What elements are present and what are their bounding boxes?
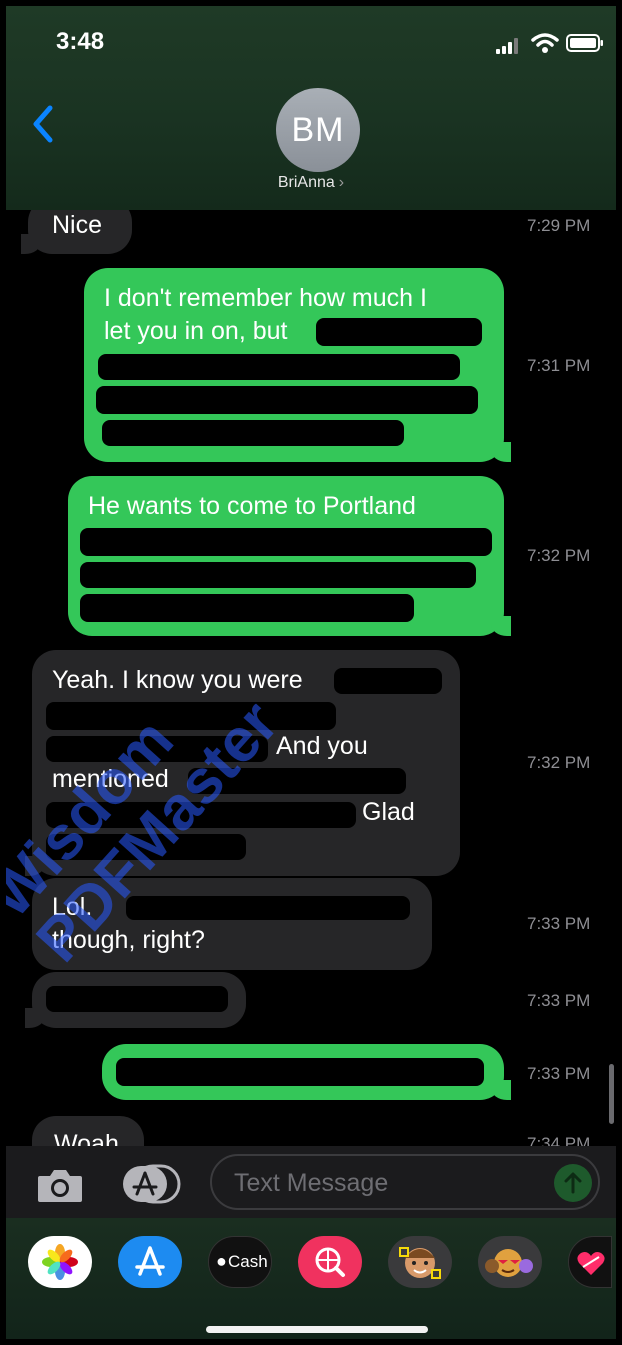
message-text: Woah <box>54 1130 119 1146</box>
message-text: let you in on, but <box>104 317 288 345</box>
memoji-face-icon <box>399 1247 441 1279</box>
message-text: Glad <box>362 798 415 826</box>
message-text: mentioned <box>52 765 169 793</box>
photos-flower-icon <box>42 1244 78 1280</box>
redaction-mark <box>188 768 406 794</box>
outgoing-message[interactable] <box>102 1044 511 1100</box>
redaction-mark <box>334 668 442 694</box>
scroll-indicator[interactable] <box>609 1064 614 1124</box>
animoji-app-icon[interactable] <box>478 1236 542 1288</box>
apple-logo-icon: ● <box>216 1251 227 1271</box>
message-timestamp: 7:29 PM <box>527 216 591 235</box>
incoming-message[interactable]: Yeah. I know you were And you mentioned … <box>25 650 460 876</box>
redaction-mark <box>116 1058 484 1086</box>
message-text: though, right? <box>52 926 205 954</box>
redaction-mark <box>46 834 246 860</box>
compose-bar: Text Message <box>6 1146 616 1218</box>
cellular-signal-icon <box>496 38 518 54</box>
contact-avatar[interactable]: BM <box>276 88 360 172</box>
memoji-app-icon[interactable] <box>388 1236 452 1288</box>
images-search-app-icon[interactable] <box>298 1236 362 1288</box>
message-timestamp: 7:32 PM <box>527 753 591 772</box>
globe-search-icon <box>315 1247 345 1277</box>
incoming-message[interactable]: Woah <box>32 1116 144 1146</box>
battery-icon <box>566 34 603 52</box>
arrow-up-icon <box>564 1172 582 1194</box>
app-drawer: ● Cash <box>6 1218 616 1339</box>
camera-icon[interactable] <box>36 1166 84 1204</box>
message-thread[interactable]: Nice 7:29 PM I don't remember how much I… <box>6 210 616 1146</box>
message-timestamp: 7:33 PM <box>527 914 591 933</box>
message-timestamp: 7:33 PM <box>527 1064 591 1083</box>
incoming-message[interactable]: Nice <box>21 210 132 254</box>
app-store-a-icon <box>135 1246 165 1276</box>
redaction-mark <box>80 562 476 588</box>
back-chevron-icon[interactable] <box>28 104 58 144</box>
redaction-mark <box>80 594 414 622</box>
digital-touch-app-icon[interactable] <box>568 1236 612 1288</box>
contact-name: BriAnna <box>277 174 335 191</box>
cash-label: Cash <box>228 1252 268 1271</box>
app-store-app-icon[interactable] <box>118 1236 182 1288</box>
redaction-mark <box>46 986 228 1012</box>
chevron-right-icon: › <box>338 174 345 191</box>
status-time: 3:48 <box>56 28 105 55</box>
redaction-mark <box>96 386 478 414</box>
send-button[interactable] <box>554 1164 592 1202</box>
text-message-placeholder: Text Message <box>234 1169 389 1197</box>
incoming-message[interactable] <box>25 972 246 1028</box>
redaction-mark <box>46 736 268 762</box>
messages-screen: 3:48 BM BriAnna › Nice 7:29 PM I don't r… <box>6 6 616 1339</box>
message-text: And you <box>276 732 368 760</box>
redaction-mark <box>98 354 460 380</box>
redaction-mark <box>126 896 410 920</box>
outgoing-message[interactable]: He wants to come to Portland <box>68 476 511 636</box>
text-message-field[interactable]: Text Message <box>210 1154 600 1210</box>
redaction-mark <box>102 420 404 446</box>
message-text: Yeah. I know you were <box>52 666 303 694</box>
photos-app-icon[interactable] <box>28 1236 92 1288</box>
message-timestamp: 7:32 PM <box>527 546 591 565</box>
message-text: He wants to come to Portland <box>88 492 416 520</box>
message-text: I don't remember how much I <box>104 284 427 312</box>
heart-touch-icon <box>577 1252 605 1275</box>
wifi-icon <box>531 33 559 53</box>
outgoing-message[interactable]: I don't remember how much I let you in o… <box>84 268 511 462</box>
redaction-mark <box>316 318 482 346</box>
redaction-mark <box>80 528 492 556</box>
animoji-faces-icon <box>485 1249 533 1277</box>
message-text: Nice <box>52 211 103 239</box>
message-timestamp: 7:33 PM <box>527 991 591 1010</box>
app-store-icon[interactable] <box>121 1164 183 1204</box>
apple-cash-app-icon[interactable]: ● Cash <box>208 1236 272 1288</box>
home-indicator[interactable] <box>206 1326 428 1333</box>
redaction-mark <box>46 802 356 828</box>
message-timestamp: 7:31 PM <box>527 356 591 375</box>
redaction-mark <box>46 702 336 730</box>
contact-name-row[interactable]: BriAnna › <box>6 174 616 192</box>
message-timestamp: 7:34 PM <box>527 1134 591 1146</box>
incoming-message[interactable]: Lol. though, right? <box>32 878 432 970</box>
conversation-header: 3:48 BM BriAnna › <box>6 6 616 210</box>
message-text: Lol. <box>52 893 93 921</box>
